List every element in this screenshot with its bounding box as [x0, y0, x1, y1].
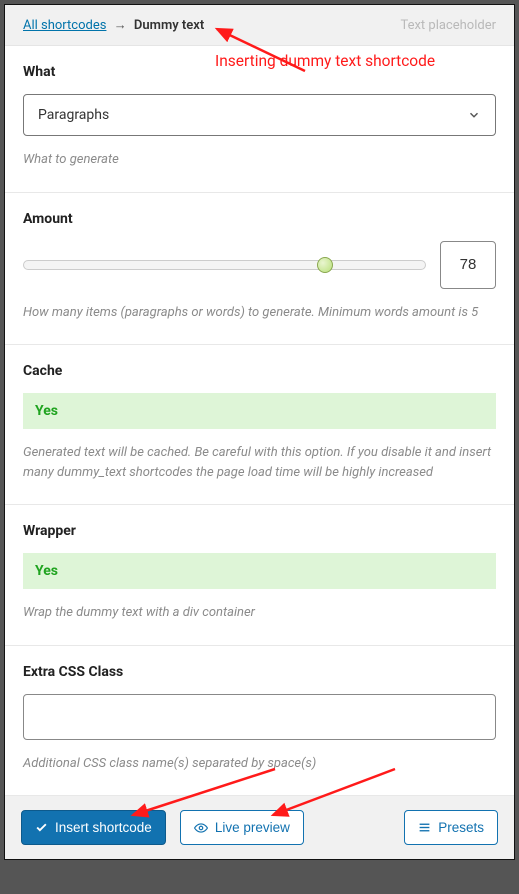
breadcrumb-current: Dummy text — [134, 18, 204, 33]
live-preview-button[interactable]: Live preview — [180, 810, 304, 845]
modal-header: All shortcodes → Dummy text Text placeho… — [5, 5, 514, 46]
label-cache: Cache — [23, 363, 496, 379]
hint-amount: How many items (paragraphs or words) to … — [23, 303, 496, 323]
insert-button-label: Insert shortcode — [55, 820, 152, 835]
label-css: Extra CSS Class — [23, 664, 496, 680]
amount-slider[interactable] — [23, 260, 426, 270]
hint-cache: Generated text will be cached. Be carefu… — [23, 443, 496, 482]
section-cache: Cache Yes Generated text will be cached.… — [5, 345, 514, 505]
label-wrapper: Wrapper — [23, 523, 496, 539]
insert-shortcode-button[interactable]: Insert shortcode — [21, 810, 166, 845]
section-what: What Paragraphs What to generate — [5, 46, 514, 193]
menu-icon — [418, 821, 431, 834]
all-shortcodes-link[interactable]: All shortcodes — [23, 18, 106, 33]
css-input[interactable] — [23, 694, 496, 740]
breadcrumb: All shortcodes → Dummy text — [23, 17, 204, 33]
hint-wrapper: Wrap the dummy text with a div container — [23, 603, 496, 623]
label-amount: Amount — [23, 211, 496, 227]
hint-what: What to generate — [23, 150, 496, 170]
presets-button[interactable]: Presets — [404, 810, 498, 845]
chevron-down-icon — [467, 108, 481, 122]
label-what: What — [23, 64, 496, 80]
section-wrapper: Wrapper Yes Wrap the dummy text with a d… — [5, 505, 514, 646]
cache-toggle[interactable]: Yes — [23, 393, 496, 429]
slider-thumb[interactable] — [317, 257, 333, 273]
wrapper-toggle[interactable]: Yes — [23, 553, 496, 589]
amount-input[interactable] — [440, 241, 496, 289]
hint-css: Additional CSS class name(s) separated b… — [23, 754, 496, 774]
preview-button-label: Live preview — [215, 820, 290, 835]
section-css: Extra CSS Class Additional CSS class nam… — [5, 646, 514, 797]
shortcode-modal: All shortcodes → Dummy text Text placeho… — [4, 4, 515, 860]
what-select[interactable]: Paragraphs — [23, 94, 496, 136]
presets-button-label: Presets — [438, 820, 484, 835]
header-placeholder: Text placeholder — [400, 18, 496, 33]
breadcrumb-arrow: → — [114, 18, 127, 33]
what-select-value: Paragraphs — [38, 107, 109, 123]
eye-icon — [194, 821, 208, 835]
modal-footer: Insert shortcode Live preview Presets — [5, 796, 514, 859]
section-amount: Amount How many items (paragraphs or wor… — [5, 193, 514, 346]
check-icon — [35, 821, 48, 834]
